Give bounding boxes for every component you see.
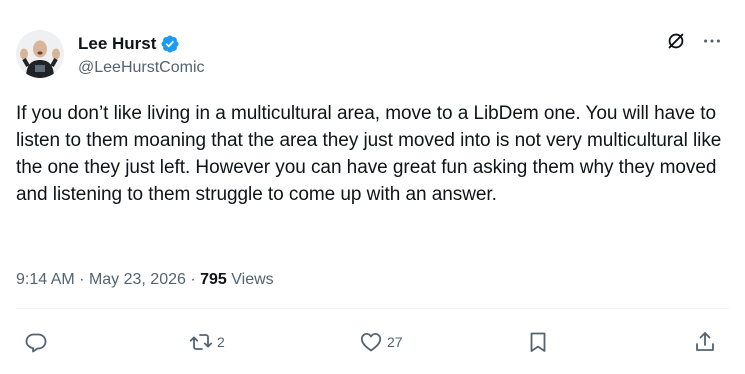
top-actions (665, 30, 723, 52)
tweet-meta: 9:14 AM · May 23, 2026 · 795 Views (16, 270, 274, 290)
retweet-count: 2 (217, 334, 225, 350)
tweet-text: If you don’t like living in a multicultu… (16, 103, 722, 205)
bookmark-icon (530, 332, 546, 352)
tweet-card: Lee Hurst @LeeHurstComic If you don’t li… (0, 0, 745, 374)
tweet-date[interactable]: May 23, 2026 (89, 271, 186, 288)
reply-button[interactable] (24, 330, 52, 354)
grok-icon[interactable] (665, 30, 687, 52)
author-name-row: Lee Hurst (78, 34, 180, 54)
like-button[interactable]: 27 (359, 330, 403, 354)
avatar[interactable] (16, 30, 64, 78)
tweet-time[interactable]: 9:14 AM (16, 271, 75, 288)
share-button[interactable] (693, 330, 717, 354)
views-label: Views (231, 271, 274, 288)
more-icon[interactable] (701, 30, 723, 52)
views-count: 795 (200, 271, 227, 288)
author-display-name[interactable]: Lee Hurst (78, 34, 156, 54)
avatar-image (16, 30, 64, 78)
bookmark-button[interactable] (526, 330, 550, 354)
author-handle[interactable]: @LeeHurstComic (78, 58, 205, 78)
retweet-button[interactable]: 2 (189, 330, 225, 354)
meta-separator: · (190, 271, 201, 288)
like-count: 27 (387, 334, 403, 350)
meta-separator: · (79, 271, 89, 288)
divider (16, 308, 729, 309)
reply-icon (25, 333, 47, 353)
verified-badge-icon[interactable] (160, 34, 180, 54)
retweet-icon (189, 334, 213, 350)
share-icon (696, 332, 714, 351)
heart-icon (360, 333, 382, 352)
